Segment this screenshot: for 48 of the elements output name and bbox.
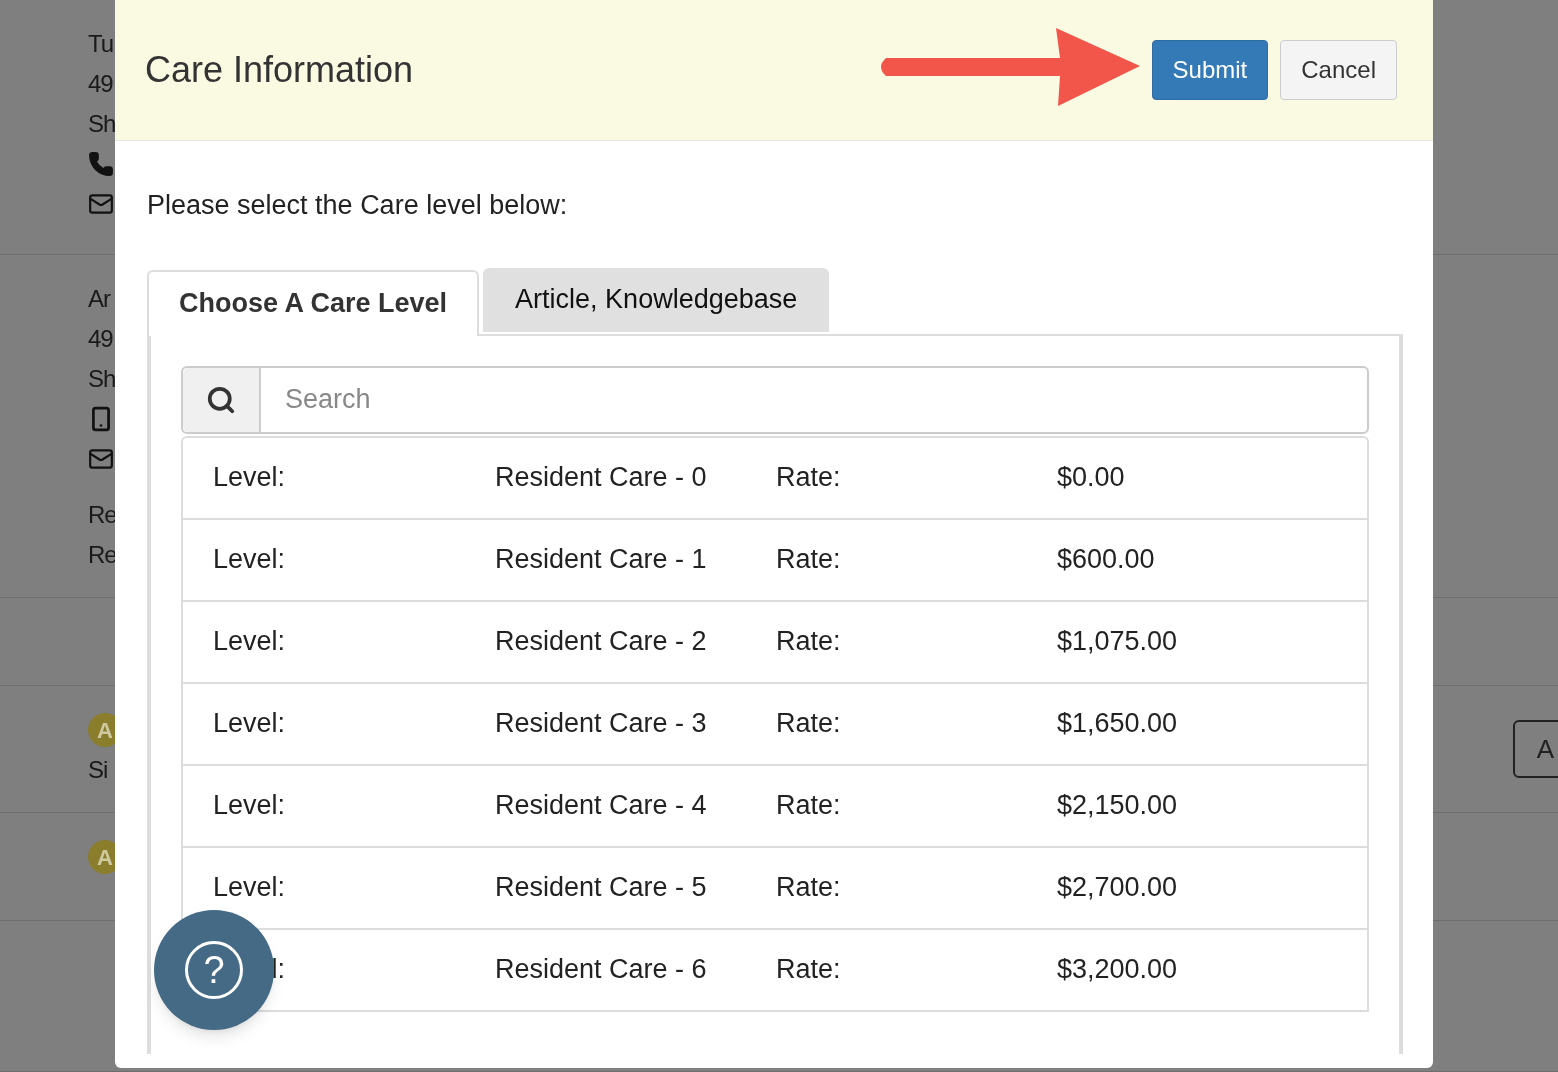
phone-icon [88, 151, 114, 177]
rate-label: Rate: [776, 543, 842, 577]
rate-value: $0.00 [1057, 461, 1125, 495]
tab[interactable]: Choose A Care Level [147, 269, 480, 336]
level-label: Level: [212, 707, 285, 741]
background-text: Tu [88, 29, 114, 59]
level-name: Resident Care - 1 [495, 543, 708, 577]
rate-label: Rate: [776, 871, 842, 905]
background-text: 49 [88, 69, 113, 99]
mail-icon [88, 446, 114, 472]
level-label: l: [271, 953, 285, 987]
tab[interactable]: Article, Knowledgebase [483, 267, 830, 332]
background-text: Sh [88, 364, 116, 394]
level-name: Resident Care - 2 [495, 625, 708, 659]
rate-value: $3,200.00 [1057, 953, 1178, 987]
level-name: Resident Care - 6 [495, 953, 708, 987]
rate-value: $1,650.00 [1057, 707, 1178, 741]
level-name: Resident Care - 0 [495, 461, 708, 495]
rate-value: $1,075.00 [1057, 625, 1178, 659]
rate-label: Rate: [776, 625, 842, 659]
rate-value: $2,700.00 [1057, 871, 1178, 905]
level-label: Level: [212, 543, 285, 577]
level-label: Level: [212, 789, 285, 823]
rate-label: Rate: [776, 707, 842, 741]
level-name: Resident Care - 3 [495, 707, 708, 741]
level-name: Resident Care - 4 [495, 789, 708, 823]
level-label: Level: [212, 871, 285, 905]
level-name: Resident Care - 5 [495, 871, 708, 905]
modal-title: Care Information [145, 48, 414, 92]
level-label: Level: [212, 625, 285, 659]
rate-value: $600.00 [1057, 543, 1155, 577]
background-text: Re [88, 500, 117, 530]
rate-value: $2,150.00 [1057, 789, 1178, 823]
rate-label: Rate: [776, 461, 842, 495]
background-button[interactable]: A [1512, 720, 1558, 778]
background-text: Si [88, 755, 108, 785]
rate-label: Rate: [776, 789, 842, 823]
submit-button[interactable]: Submit [1151, 40, 1269, 100]
level-label: Level: [212, 461, 285, 495]
instruction-text: Please select the Care level below: [147, 189, 569, 222]
background-text: Sh [88, 109, 116, 139]
background-text: 49 [88, 324, 113, 354]
background-text: Ar [88, 284, 110, 314]
cancel-button[interactable]: Cancel [1280, 40, 1397, 100]
search-icon [206, 384, 236, 415]
background-text: Re [88, 540, 117, 570]
mail-icon [88, 191, 114, 217]
rate-label: Rate: [776, 953, 842, 987]
